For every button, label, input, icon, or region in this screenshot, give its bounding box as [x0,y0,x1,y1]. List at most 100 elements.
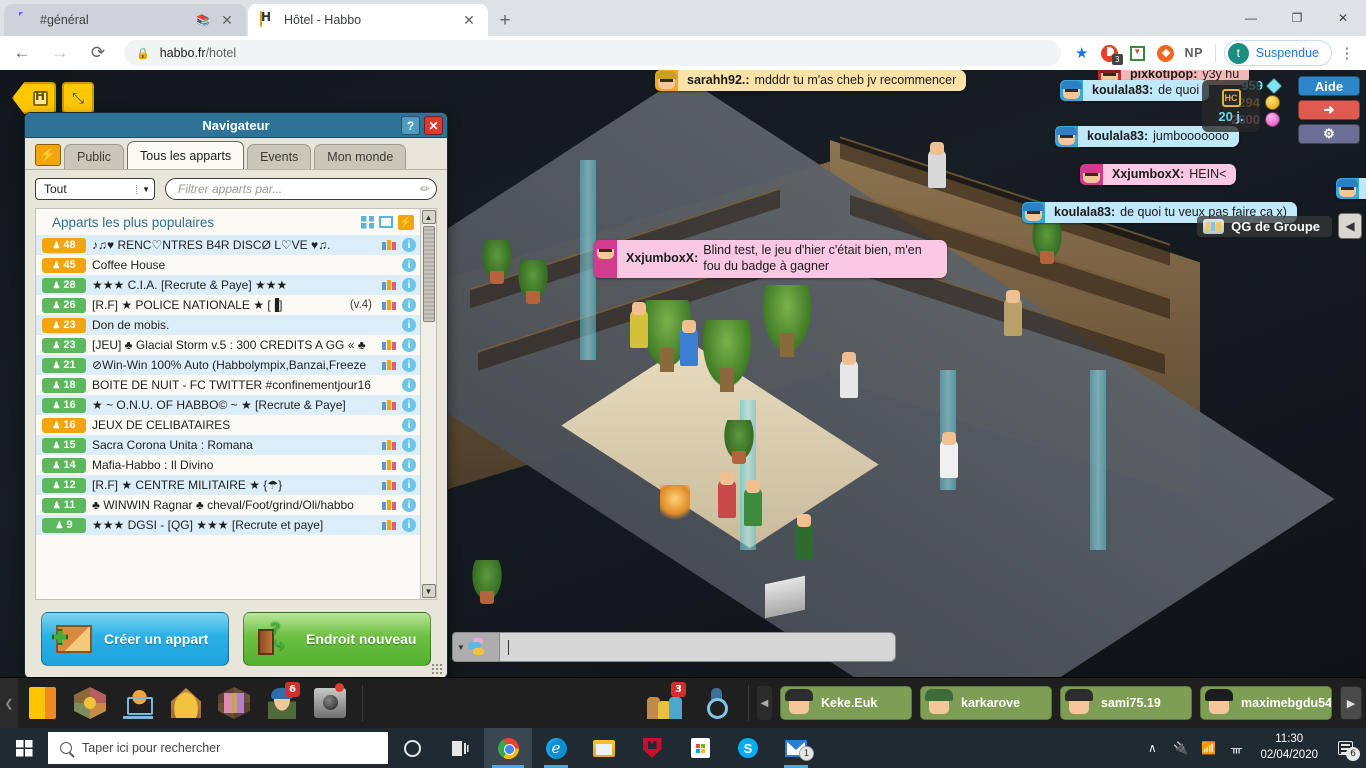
card-view-icon[interactable] [379,216,393,228]
browser-tab-1[interactable]: Hôtel - Habbo ✕ [248,4,488,36]
task-view-icon[interactable] [436,728,484,768]
room-list-item[interactable]: ♟ 12 [R.F] ★ CENTRE MILITAIRE ★ {☂} i [36,475,420,495]
browser-tab-0[interactable]: #général 📚 ✕ [4,4,246,36]
tab-events[interactable]: Events [247,144,312,169]
room-avatar[interactable] [928,142,946,188]
room-list-scrollbar[interactable]: ▲ ▼ [420,209,436,599]
tab-mon-monde[interactable]: Mon monde [314,144,407,169]
room-avatar[interactable] [630,302,648,348]
reload-button[interactable]: ⟳ [82,37,114,69]
info-icon[interactable]: i [402,258,416,272]
navigator-titlebar[interactable]: Navigateur ? ✕ [25,113,447,138]
room-list-item[interactable]: ♟ 23 [JEU] ♣ Glacial Storm v.5 : 300 CREDI… [36,335,420,355]
extension-np-icon[interactable]: NP [1181,40,1207,66]
wifi-icon[interactable]: 📶 [1194,728,1222,768]
friends-button[interactable]: 3 [644,678,692,729]
chat-bubble[interactable]: l [1336,178,1366,199]
room-list-item[interactable]: ♟ 26 [R.F] ★ POLICE NATIONALE ★ [▐] (v.4) i [36,295,420,315]
group-hq-bar[interactable]: QG de Groupe [1197,216,1332,237]
edge-icon[interactable]: e [532,728,580,768]
back-button[interactable]: ← [6,37,38,69]
chat-bubble[interactable]: XxjumboxX: HEIN< [1080,164,1237,185]
room-list-item[interactable]: ♟ 28 ★★★ C.I.A. [Recrute & Paye] ★★★ i [36,275,420,295]
scroll-thumb[interactable] [422,226,435,322]
info-icon[interactable]: i [402,338,416,352]
tab-close-icon[interactable]: ✕ [460,11,478,29]
new-tab-button[interactable]: + [492,8,518,34]
bookmark-star-icon[interactable]: ★ [1069,40,1095,66]
skype-icon[interactable]: S [724,728,772,768]
chat-input-bar[interactable]: ▼ [452,632,896,662]
mail-icon[interactable]: 1 [772,728,820,768]
friend-chats-prev-button[interactable]: ◀ [757,686,772,720]
info-icon[interactable]: i [402,358,416,372]
bluetooth-icon[interactable]: ᚃ [1222,728,1250,768]
info-icon[interactable]: i [402,458,416,472]
room-avatar[interactable] [840,352,858,398]
collapse-panel-button[interactable]: ◀ [1338,213,1362,239]
room-avatar[interactable] [940,432,958,478]
mcafee-icon[interactable] [628,728,676,768]
info-icon[interactable]: i [402,278,416,292]
resize-handle[interactable] [431,663,443,675]
room-avatar[interactable] [680,320,698,366]
microsoft-store-icon[interactable] [676,728,724,768]
bolt-tab-icon[interactable]: ⚡ [35,144,61,166]
maximize-button[interactable]: ❐ [1274,2,1320,34]
chat-input[interactable] [500,632,896,662]
close-button[interactable]: ✕ [424,116,443,135]
room-avatar[interactable] [744,480,762,526]
habbo-game-canvas[interactable]: ⤡ Navigateur ? ✕ ⚡ Public Tous les appar… [0,70,1366,677]
help-button[interactable]: Aide [1298,76,1360,96]
fullscreen-button[interactable]: ⤡ [62,82,94,114]
browser-menu-button[interactable]: ⋮ [1334,40,1360,66]
extension-orange-icon[interactable] [1153,40,1179,66]
start-button[interactable] [0,728,48,768]
room-avatar[interactable] [795,514,813,560]
gear-icon[interactable]: ⚙ [1298,124,1360,144]
info-icon[interactable]: i [402,238,416,252]
search-button[interactable] [692,678,740,729]
chevron-up-icon[interactable]: ∧ [1138,728,1166,768]
info-icon[interactable]: i [402,438,416,452]
room-list-item[interactable]: ♟ 48 ♪♫♥ RENC♡NTRES B4R DISCØ L♡VE ♥♫. i [36,235,420,255]
room-list-item[interactable]: ♟ 14 Mafia-Habbo : Il Divino i [36,455,420,475]
catalogue-button[interactable] [114,678,162,729]
avatar-button[interactable]: 6 [258,678,306,729]
clock[interactable]: 11:30 02/04/2020 [1250,732,1328,763]
profile-chip[interactable]: t Suspendue [1223,40,1332,66]
info-icon[interactable]: i [402,298,416,312]
info-icon[interactable]: i [402,378,416,392]
create-room-button[interactable]: Créer un appart [41,612,229,666]
friend-chat-chip[interactable]: Keke.Euk [780,686,912,720]
room-list-item[interactable]: ♟ 18 BOITE DE NUIT - FC TWITTER #confineme… [36,375,420,395]
builders-club-button[interactable] [162,678,210,729]
info-icon[interactable]: i [402,518,416,532]
file-explorer-icon[interactable] [580,728,628,768]
chat-bubble[interactable]: koulala83: de quoi [1060,80,1210,101]
chrome-icon[interactable] [484,728,532,768]
address-bar[interactable]: 🔒 habbo.fr /hotel [124,40,1061,66]
scroll-up-button[interactable]: ▲ [421,210,436,224]
chat-bubble[interactable]: sarahh92.: mdddr tu m'as cheb jv recommen… [655,70,967,91]
room-list-item[interactable]: ♟ 9 ★★★ DGSI - [QG] ★★★ [Recrute et paye] i [36,515,420,535]
camera-button[interactable] [306,678,354,729]
tab-close-icon[interactable]: ✕ [218,11,236,29]
room-list-item[interactable]: ♟ 16 JEUX DE CELIBATAIRES i [36,415,420,435]
close-window-button[interactable]: ✕ [1320,2,1366,34]
friend-chat-chip[interactable]: maximebgdu54 [1200,686,1332,720]
habbo-logo-button[interactable] [18,678,66,729]
info-icon[interactable]: i [402,478,416,492]
room-list-item[interactable]: ♟ 21 ⊘Win-Win 100% Auto (Habbolympix,Banza… [36,355,420,375]
grid-view-icon[interactable] [361,215,374,229]
info-icon[interactable]: i [402,418,416,432]
search-input[interactable]: Filtrer apparts par... ✏ [165,178,437,200]
room-list-item[interactable]: ♟ 45 Coffee House i [36,255,420,275]
category-select[interactable]: Tout ▼ [35,178,155,200]
habbo-home-button[interactable] [12,82,56,114]
extension-red-icon[interactable]: 3 [1097,40,1123,66]
info-icon[interactable]: i [402,498,416,512]
exit-room-button[interactable]: ➜ [1298,100,1360,120]
friend-chat-chip[interactable]: sami75.19 [1060,686,1192,720]
tab-public[interactable]: Public [64,144,125,169]
